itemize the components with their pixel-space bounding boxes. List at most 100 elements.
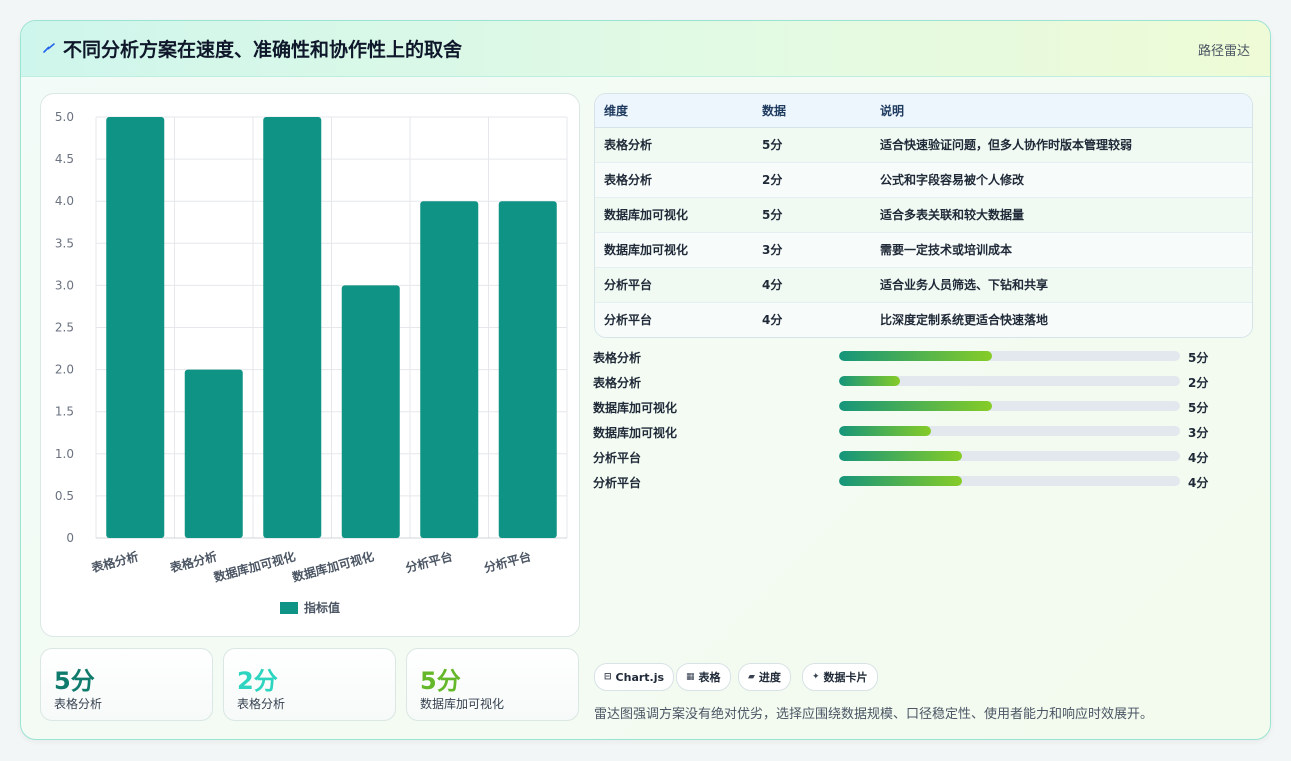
table-cell: 数据库加可视化 [604,243,689,257]
progress-fill [839,376,901,386]
table-header-cell: 说明 [871,94,1252,128]
table-cell: 3分 [762,243,783,257]
table-cell: 5分 [762,138,783,152]
y-tick-label: 2.5 [55,321,74,335]
progress-label: 表格分析 [593,351,642,365]
table-cell: 5分 [762,208,783,222]
legend-swatch [280,602,298,614]
y-tick-label: 1.5 [55,405,74,419]
progress-value: 5分 [1188,401,1209,415]
progress-track [839,451,1180,461]
progress-fill [839,426,932,436]
table-cell: 比深度定制系统更适合快速落地 [880,313,1049,328]
pill-label: 进度 [758,671,781,684]
x-tick-label: 表格分析 [89,548,140,575]
y-tick-label: 3.0 [55,278,74,292]
table-row: 表格分析 2分 公式和字段容易被个人修改 [595,162,1252,197]
table-cell: 2分 [762,173,783,187]
progress-track [839,476,1180,486]
header-tag: 路径雷达 [1197,44,1250,59]
progress-label: 数据库加可视化 [593,401,678,415]
sparkle-icon: ✦ [812,672,820,682]
x-tick-label: 数据库加可视化 [212,548,297,584]
bar [184,369,243,538]
footer-note: 雷达图强调方案没有绝对优劣，选择应围绕数据规模、口径稳定性、使用者能力和响应时效… [594,707,1154,722]
progress-row: 分析平台 4分 [593,472,1253,497]
table-header-row: 维度 数据 说明 [595,94,1252,128]
y-tick-label: 4.0 [55,194,74,208]
data-table: 维度 数据 说明 表格分析 5分 适合快速验证问题，但多人协作时版本管理较弱 表… [594,93,1253,338]
pill-label: 数据卡片 [823,671,868,684]
table-cell: 分析平台 [604,278,653,292]
x-tick-label: 数据库加可视化 [290,548,375,584]
table-row: 数据库加可视化 5分 适合多表关联和较大数据量 [595,197,1252,232]
table-cell: 表格分析 [604,173,653,187]
stat-card: 5分 数据库加可视化 [406,648,579,721]
progress-row: 数据库加可视化 3分 [593,422,1253,447]
pill-chartjs[interactable]: ⊟ Chart.js [594,663,675,691]
progress-row: 表格分析 5分 [593,347,1253,372]
table-cell: 4分 [762,278,783,292]
y-tick-label: 4.5 [55,152,74,166]
bar [341,285,400,538]
progress-value: 3分 [1188,426,1209,440]
progress-fill [839,351,993,361]
pill-label: 表格 [698,671,721,684]
pill-table[interactable]: ▦ 表格 [676,663,731,691]
progress-label: 数据库加可视化 [593,426,678,440]
stat-label: 数据库加可视化 [420,697,505,711]
dashboard-card: 不同分析方案在速度、准确性和协作性上的取舍 路径雷达 5.0 4.5 4.0 3.5 3… [20,20,1271,740]
table-cell: 公式和字段容易被个人修改 [880,173,1025,187]
stat-value: 5分 [54,667,95,695]
progress-icon: ▰ [748,672,755,682]
x-tick-label: 分析平台 [404,548,454,575]
x-tick-label: 分析平台 [482,548,532,575]
table-cell: 表格分析 [604,138,653,152]
page-title: 不同分析方案在速度、准确性和协作性上的取舍 [63,39,463,61]
progress-track [839,401,1180,411]
y-tick-label: 5.0 [55,110,74,124]
progress-track [839,426,1180,436]
pill-progress[interactable]: ▰ 进度 [738,663,791,691]
bar [498,201,557,538]
pill-label: Chart.js [615,670,665,684]
chart-icon: ⊟ [604,672,612,682]
table-cell: 适合业务人员筛选、下钻和共享 [880,278,1049,292]
y-tick-label: 1.0 [55,447,74,461]
table-cell: 分析平台 [604,313,653,328]
stat-value: 2分 [237,667,278,695]
progress-value: 4分 [1188,451,1209,465]
progress-row: 分析平台 4分 [593,447,1253,472]
x-tick-label: 表格分析 [167,548,218,575]
stat-value: 5分 [420,667,461,695]
progress-row: 数据库加可视化 5分 [593,397,1253,422]
progress-value: 2分 [1188,376,1209,390]
y-tick-label: 0.5 [55,489,74,503]
progress-track [839,376,1180,386]
progress-row: 表格分析 2分 [593,372,1253,397]
progress-list: 表格分析 5分 表格分析 2分 数据库加可视化 5分 数据库加可视化 3分 分析… [593,347,1253,497]
y-tick-label: 2.0 [55,363,74,377]
header: 不同分析方案在速度、准确性和协作性上的取舍 路径雷达 [21,21,1270,77]
progress-fill [839,476,962,486]
stat-card: 5分 表格分析 [40,648,213,721]
table-row: 表格分析 5分 适合快速验证问题，但多人协作时版本管理较弱 [595,127,1252,162]
bar [263,117,322,538]
stat-label: 表格分析 [237,697,286,711]
table-cell: 需要一定技术或培训成本 [880,243,1013,257]
bar [106,117,165,538]
bar [420,201,479,538]
y-tick-label: 0 [66,531,74,545]
stat-card: 2分 表格分析 [223,648,396,721]
progress-value: 4分 [1188,476,1209,490]
progress-label: 分析平台 [593,476,642,490]
progress-fill [839,401,993,411]
stat-label: 表格分析 [54,697,103,711]
pill-data-card[interactable]: ✦ 数据卡片 [802,663,878,691]
bar-chart: 5.04.54.03.53.02.52.01.51.00.50表格分析 表格分析数… [55,110,568,615]
table-row: 分析平台 4分 比深度定制系统更适合快速落地 [595,302,1252,337]
progress-label: 表格分析 [593,376,642,390]
bar-chart-panel: 5.0 4.5 4.0 3.5 3.0 2.5 2.0 1.5 1.0 0.5 0 表格分析 表格分析数… [40,93,580,637]
table-row: 数据库加可视化 3分 需要一定技术或培训成本 [595,232,1252,267]
progress-fill [839,451,962,461]
